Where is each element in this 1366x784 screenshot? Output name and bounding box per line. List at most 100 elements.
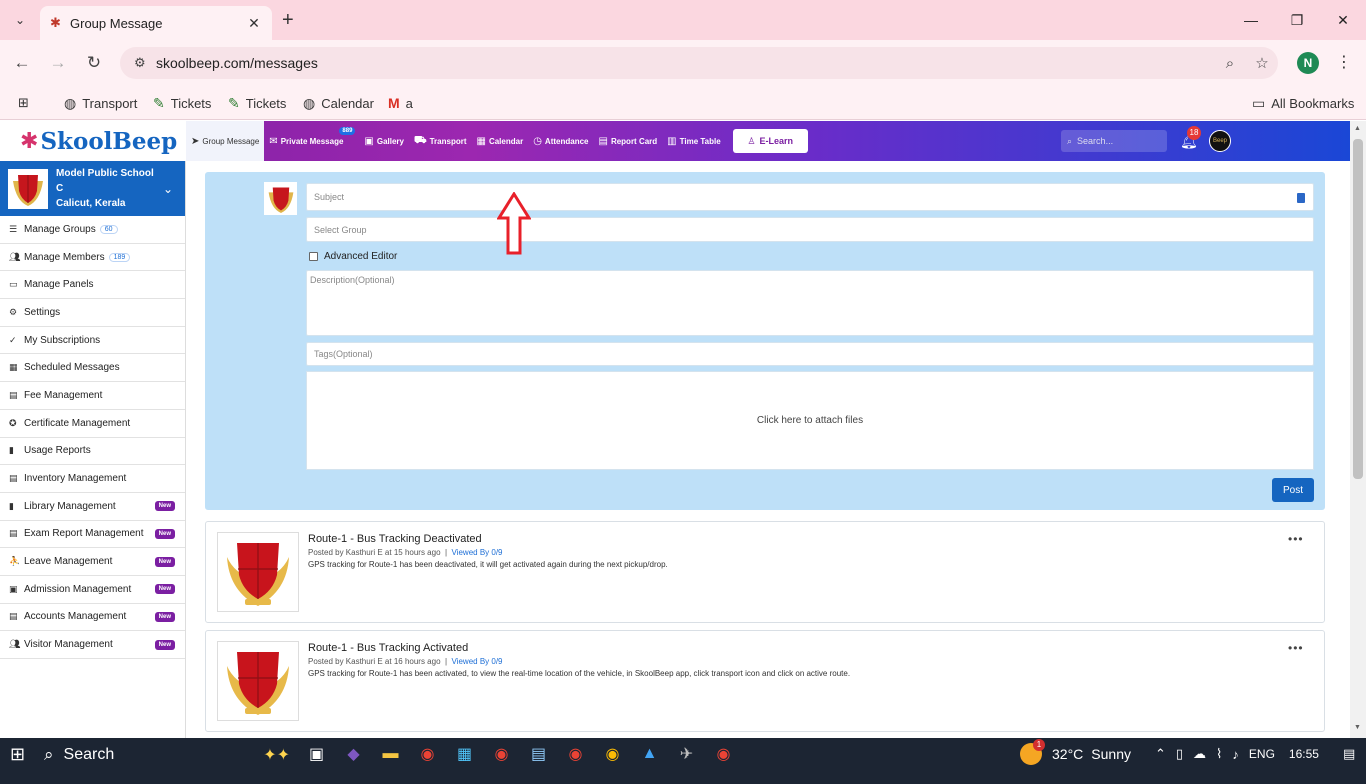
file-explorer-icon[interactable]: ▬ <box>372 738 409 770</box>
feed-post[interactable]: Route-1 - Bus Tracking Activated Posted … <box>205 630 1325 732</box>
app-icon[interactable]: ✈ <box>668 738 705 770</box>
sidebar-item-subscriptions[interactable]: ✓ My Subscriptions <box>0 327 185 355</box>
nav-time-table[interactable]: ▥ Time Table <box>662 121 726 161</box>
attach-files-dropzone[interactable]: Click here to attach files <box>306 371 1314 470</box>
nav-calendar[interactable]: ▦ Calendar <box>472 121 529 161</box>
feed-post[interactable]: Route-1 - Bus Tracking Deactivated Poste… <box>205 521 1325 623</box>
bookmark-calendar[interactable]: ◍ Calendar <box>303 92 374 114</box>
sidebar-item-accounts-management[interactable]: ▤ Accounts Management New <box>0 604 185 632</box>
chrome-icon[interactable]: ◉ <box>705 738 742 770</box>
school-switcher[interactable]: Model Public School C Calicut, Kerala ⌄ <box>0 161 185 216</box>
nav-attendance[interactable]: ◷ Attendance <box>528 121 593 161</box>
device-icon[interactable]: ▯ <box>1176 746 1183 762</box>
sidebar-item-manage-members[interactable]: 👥︎ Manage Members 189 <box>0 244 185 272</box>
copilot-sparkle-icon: ✦✦ <box>263 747 290 764</box>
more-options-icon[interactable]: ••• <box>1288 641 1304 655</box>
bookmark-tickets-1[interactable]: ✎ Tickets <box>153 92 211 114</box>
app-search-input[interactable]: ⌕ Search... <box>1061 130 1167 152</box>
chrome-icon[interactable]: ◉ <box>409 738 446 770</box>
new-tab-icon[interactable]: + <box>282 9 294 31</box>
sidebar-item-certificate-management[interactable]: ✪ Certificate Management <box>0 410 185 438</box>
browser-menu-icon[interactable]: ⋮ <box>1336 52 1352 74</box>
sidebar-item-usage-reports[interactable]: ▮ Usage Reports <box>0 438 185 466</box>
sidebar-item-scheduled-messages[interactable]: ▦ Scheduled Messages <box>0 354 185 383</box>
tab-search-icon[interactable]: ⌄ <box>8 9 32 31</box>
store-icon[interactable]: ▦ <box>446 738 483 770</box>
subject-input[interactable]: Subject <box>306 183 1314 211</box>
url-input[interactable]: ⚙ skoolbeep.com/messages ⌕ ☆ <box>120 47 1278 79</box>
tags-input[interactable]: Tags(Optional) <box>306 342 1314 366</box>
close-tab-icon[interactable]: ✕ <box>246 15 262 32</box>
weather-text[interactable]: Sunny <box>1091 746 1131 762</box>
scrollbar-thumb[interactable] <box>1353 139 1363 479</box>
weather-sun-icon[interactable]: 1 <box>1020 739 1045 765</box>
volume-icon[interactable]: ♪ <box>1232 747 1239 762</box>
select-group-dropdown[interactable]: Select Group <box>306 217 1314 242</box>
nav-transport[interactable]: ⛟ Transport <box>409 121 472 161</box>
nav-group-message[interactable]: ➤ Group Message <box>186 121 265 161</box>
notepad-icon[interactable]: ▤ <box>520 738 557 770</box>
copilot-icon[interactable]: ◆ <box>335 738 372 770</box>
apps-grid-icon[interactable]: ⊞ <box>18 92 29 114</box>
clock[interactable]: 16:55 <box>1289 747 1319 761</box>
network-icon[interactable]: ⌇ <box>1216 746 1222 762</box>
browser-tab[interactable]: ✱ Group Message ✕ <box>40 6 272 40</box>
photos-icon[interactable]: ▲ <box>631 738 668 770</box>
advanced-editor-toggle[interactable]: Advanced Editor <box>309 251 397 262</box>
chevron-up-icon[interactable]: ⌃ <box>1155 746 1166 762</box>
restore-icon[interactable]: ❐ <box>1274 0 1320 40</box>
site-info-icon[interactable]: ⚙ <box>134 55 156 71</box>
chevron-down-icon[interactable]: ⌄ <box>163 182 185 196</box>
description-textarea[interactable]: Description(Optional) <box>306 270 1314 336</box>
post-button[interactable]: Post <box>1272 478 1314 502</box>
reload-icon[interactable]: ↻ <box>82 52 106 74</box>
template-icon[interactable] <box>1297 193 1305 203</box>
post-title[interactable]: Route-1 - Bus Tracking Deactivated <box>308 533 482 545</box>
sidebar-item-manage-groups[interactable]: ☰ Manage Groups 60 <box>0 216 185 244</box>
chrome-icon[interactable]: ◉ <box>594 738 631 770</box>
sidebar-item-fee-management[interactable]: ▤ Fee Management <box>0 382 185 410</box>
profile-avatar[interactable]: N <box>1297 52 1319 74</box>
all-bookmarks[interactable]: ▭ All Bookmarks <box>1252 92 1354 114</box>
nav-report-card[interactable]: ▤ Report Card <box>593 121 662 161</box>
taskbar-search[interactable]: ⌕ Search ✦✦ <box>44 740 290 770</box>
sidebar-item-settings[interactable]: ⚙ Settings <box>0 299 185 327</box>
forward-icon[interactable]: → <box>46 52 70 74</box>
sidebar-item-visitor-management[interactable]: 👥︎ Visitor Management New <box>0 631 185 659</box>
more-options-icon[interactable]: ••• <box>1288 532 1304 546</box>
viewed-by-link[interactable]: Viewed By 0/9 <box>452 657 503 666</box>
scroll-down-icon[interactable]: ▼ <box>1354 724 1361 731</box>
zoom-icon[interactable]: ⌕ <box>1214 55 1246 72</box>
nav-gallery[interactable]: ▣ Gallery <box>359 121 409 161</box>
sidebar-item-exam-report-management[interactable]: ▤ Exam Report Management New <box>0 521 185 549</box>
post-title[interactable]: Route-1 - Bus Tracking Activated <box>308 642 468 654</box>
chrome-icon[interactable]: ◉ <box>483 738 520 770</box>
elearn-button[interactable]: ♙ E-Learn <box>732 129 808 153</box>
temperature[interactable]: 32°C <box>1052 746 1083 762</box>
bookmark-gmail[interactable]: Ma <box>388 92 413 114</box>
task-view-icon[interactable]: ▣ <box>298 738 335 770</box>
advanced-editor-checkbox[interactable] <box>309 252 318 261</box>
language-indicator[interactable]: ENG <box>1249 747 1275 761</box>
bookmark-star-icon[interactable]: ☆ <box>1246 54 1278 72</box>
sidebar-item-inventory-management[interactable]: ▤ Inventory Management <box>0 465 185 493</box>
user-avatar[interactable]: Beep <box>1209 130 1231 152</box>
notifications-icon[interactable]: ▤ <box>1343 746 1355 762</box>
sidebar-item-leave-management[interactable]: ⛹ Leave Management New <box>0 548 185 576</box>
close-window-icon[interactable]: ✕ <box>1320 0 1366 40</box>
bookmark-tickets-2[interactable]: ✎ Tickets <box>228 92 286 114</box>
page-scrollbar[interactable]: ▲ ▼ <box>1350 121 1366 744</box>
cloud-icon[interactable]: ☁ <box>1193 746 1206 762</box>
sidebar-item-admission-management[interactable]: ▣ Admission Management New <box>0 576 185 604</box>
bookmark-transport[interactable]: ◍ Transport <box>64 92 137 114</box>
sidebar-item-manage-panels[interactable]: ▭ Manage Panels <box>0 271 185 300</box>
chrome-icon[interactable]: ◉ <box>557 738 594 770</box>
nav-private-message[interactable]: ✉ Private Message 889 <box>264 121 359 161</box>
scroll-up-icon[interactable]: ▲ <box>1354 125 1361 132</box>
back-icon[interactable]: ← <box>10 52 34 74</box>
viewed-by-link[interactable]: Viewed By 0/9 <box>452 548 503 557</box>
windows-start-icon[interactable]: ⊞ <box>10 744 25 765</box>
sidebar-item-library-management[interactable]: ▮ Library Management New <box>0 493 185 521</box>
minimize-icon[interactable]: — <box>1228 0 1274 40</box>
skoolbeep-logo[interactable]: ✱ SkoolBeep <box>0 121 186 161</box>
